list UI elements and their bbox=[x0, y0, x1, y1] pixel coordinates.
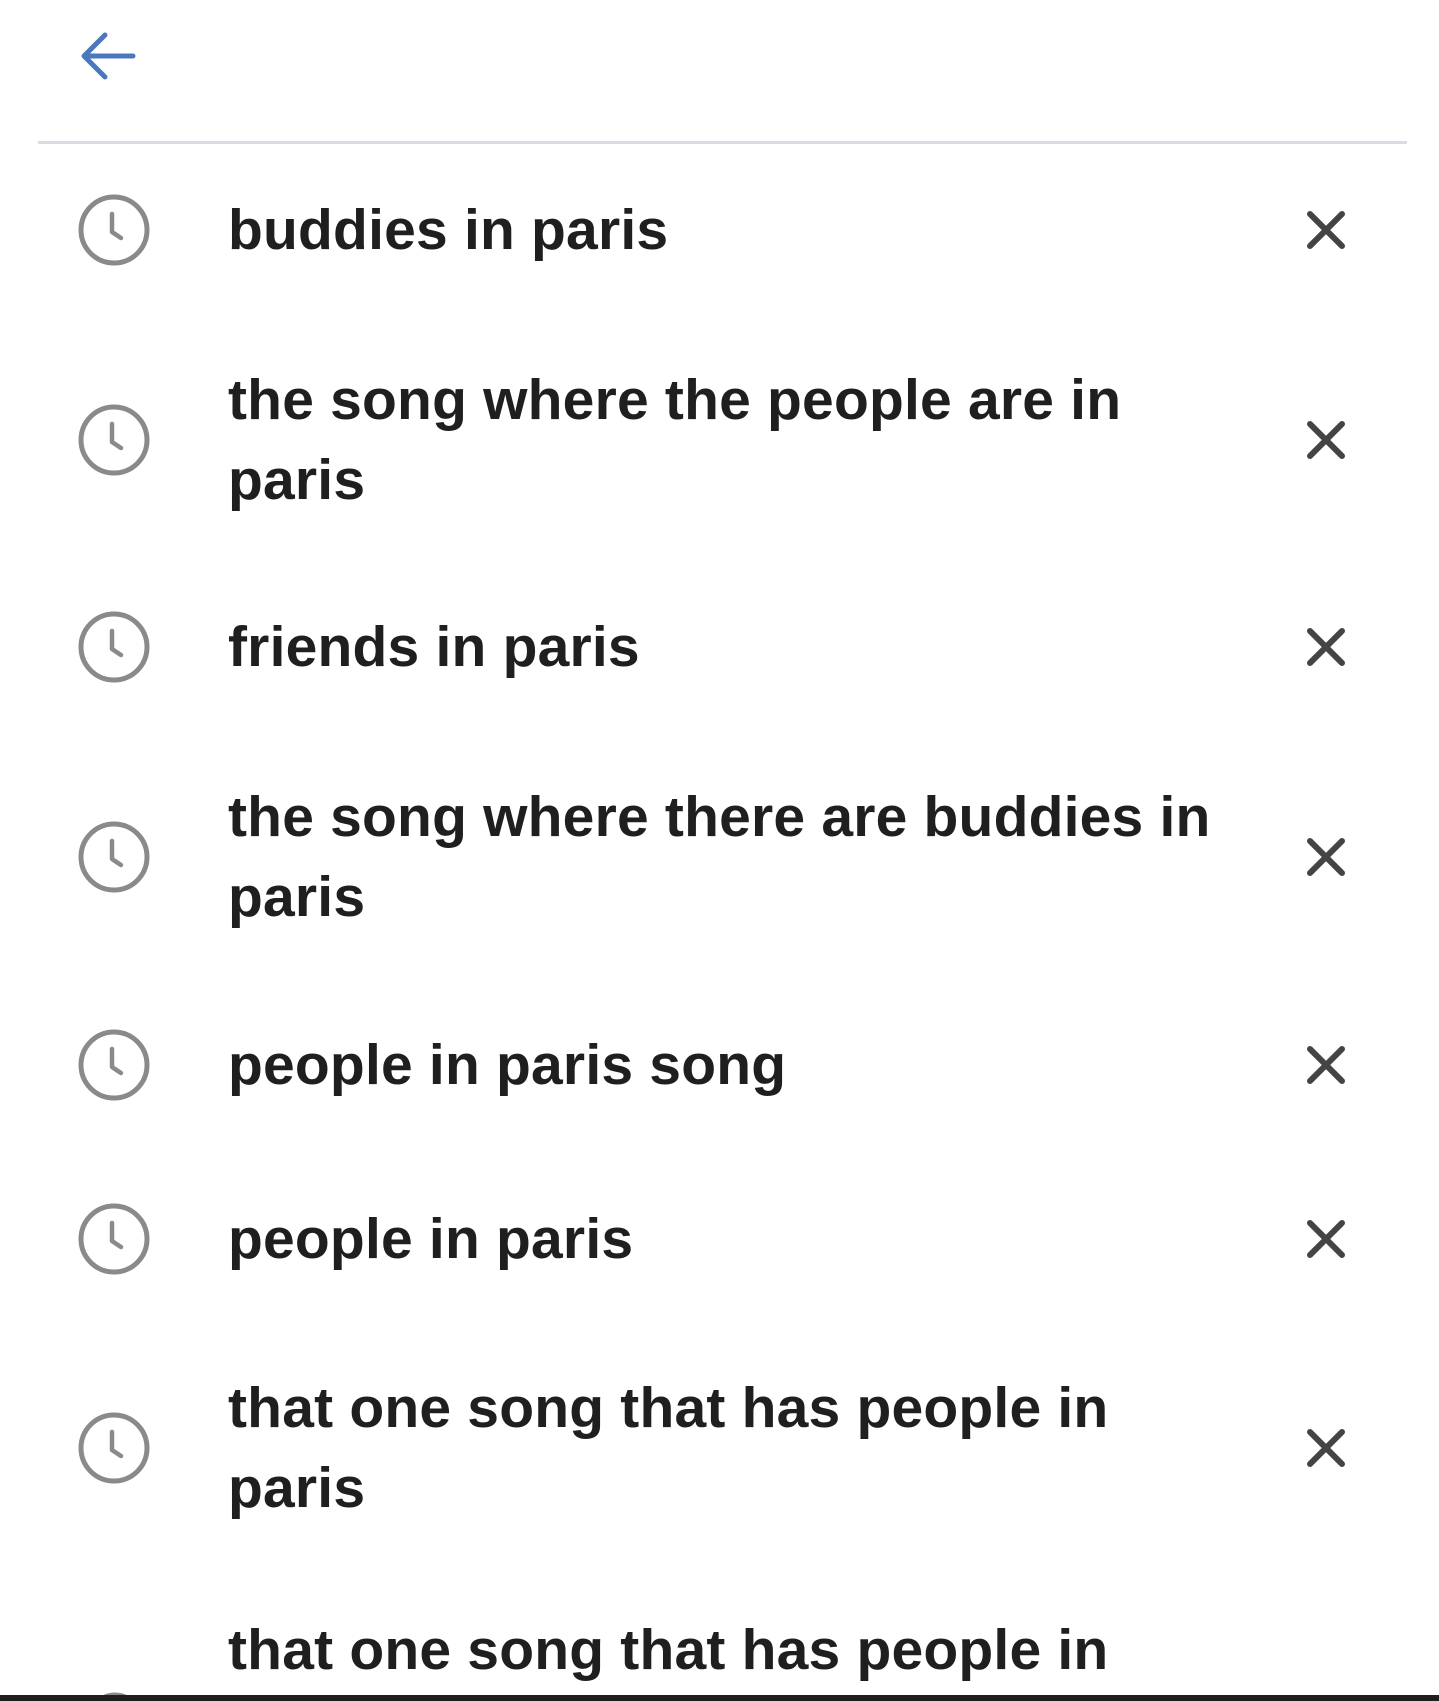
bottom-edge bbox=[0, 1695, 1439, 1701]
remove-item-button[interactable] bbox=[1290, 1203, 1362, 1275]
close-icon bbox=[1307, 1046, 1345, 1084]
close-icon bbox=[1307, 1220, 1345, 1258]
clock-icon bbox=[75, 1200, 153, 1278]
history-item-label: the song where the people are in paris bbox=[228, 368, 1122, 512]
clock-icon bbox=[75, 1026, 153, 1104]
clock-icon bbox=[75, 1409, 153, 1487]
history-item[interactable]: people in paris song bbox=[0, 1025, 1439, 1105]
remove-item-button[interactable] bbox=[1290, 821, 1362, 893]
close-icon bbox=[1307, 421, 1345, 459]
history-item-label: that one song that has people in paris bbox=[228, 1376, 1109, 1520]
history-item[interactable]: that one song that has people in bbox=[0, 1610, 1439, 1690]
history-item[interactable]: people in paris bbox=[0, 1199, 1439, 1279]
arrow-left-icon bbox=[81, 32, 136, 80]
remove-item-button[interactable] bbox=[1290, 194, 1362, 266]
remove-item-button[interactable] bbox=[1290, 611, 1362, 683]
close-icon bbox=[1307, 211, 1345, 249]
clock-icon bbox=[75, 818, 153, 896]
history-item[interactable]: buddies in paris bbox=[0, 190, 1439, 270]
history-item[interactable]: that one song that has people in paris bbox=[0, 1368, 1439, 1528]
back-button[interactable] bbox=[72, 20, 144, 92]
history-item-label: that one song that has people in bbox=[228, 1618, 1109, 1682]
history-item-label: people in paris bbox=[228, 1207, 634, 1271]
history-item[interactable]: the song where the people are in paris bbox=[0, 360, 1439, 520]
remove-item-button[interactable] bbox=[1290, 404, 1362, 476]
header-divider bbox=[38, 141, 1407, 144]
clock-icon bbox=[75, 608, 153, 686]
history-item[interactable]: friends in paris bbox=[0, 607, 1439, 687]
remove-item-button[interactable] bbox=[1290, 1412, 1362, 1484]
close-icon bbox=[1307, 628, 1345, 666]
remove-item-button[interactable] bbox=[1290, 1029, 1362, 1101]
history-item-label: people in paris song bbox=[228, 1033, 787, 1097]
history-item-label: buddies in paris bbox=[228, 198, 669, 262]
close-icon bbox=[1307, 1429, 1345, 1467]
clock-icon bbox=[75, 191, 153, 269]
history-item-label: friends in paris bbox=[228, 615, 640, 679]
history-item-label: the song where there are buddies in pari… bbox=[228, 785, 1211, 929]
clock-icon bbox=[75, 401, 153, 479]
close-icon bbox=[1307, 838, 1345, 876]
history-item[interactable]: the song where there are buddies in pari… bbox=[0, 777, 1439, 937]
